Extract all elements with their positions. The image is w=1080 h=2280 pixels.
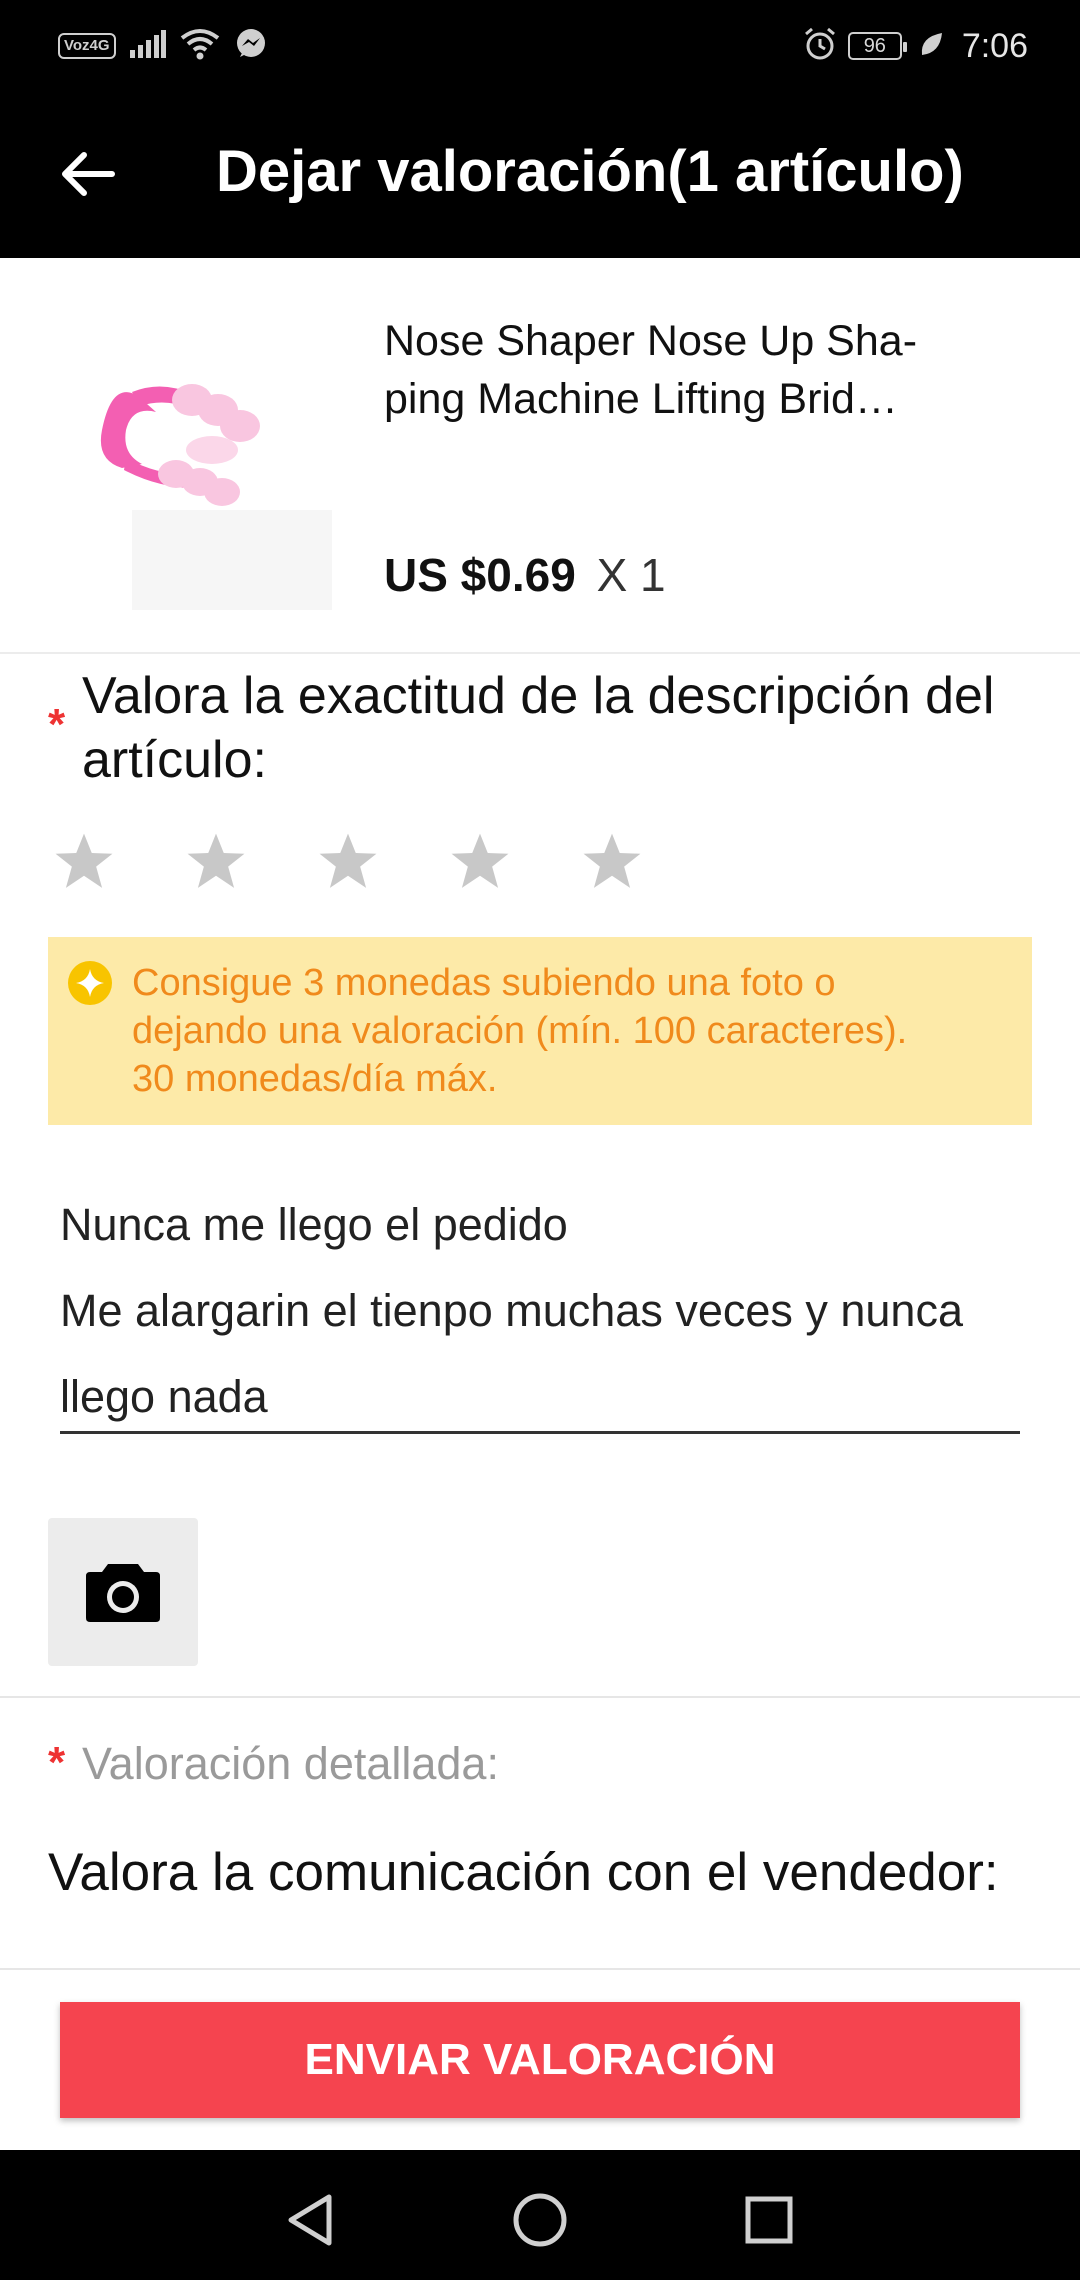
seller-communication-question: Valora la comunicación con el vendedor: (48, 1843, 999, 1902)
clock-time: 7:06 (961, 26, 1028, 65)
product-image[interactable] (92, 350, 352, 610)
star-icon-1[interactable] (44, 822, 124, 902)
status-bar: Voz4G 96 7:06 (0, 0, 1080, 90)
triangle-back-icon (288, 2194, 332, 2246)
battery-icon: 96 (847, 32, 907, 60)
signal-icon (129, 29, 166, 63)
star-icon-3[interactable] (308, 822, 388, 902)
product-card[interactable]: Nose Shaper Nose Up Sha- ping Machine Li… (0, 258, 1080, 654)
product-name-line-2: ping Machine Lifting Brid… (384, 375, 898, 423)
page-title: Dejar valoración(1 artículo) (216, 139, 964, 204)
star-icon-5[interactable] (572, 822, 652, 902)
nav-home-button[interactable] (500, 2180, 580, 2260)
coins-notice-line-2: dejando una valoración (mín. 100 caracte… (132, 1010, 908, 1052)
nav-recents-button[interactable] (729, 2180, 809, 2260)
submit-area: ENVIAR VALORACIÓN (0, 1972, 1080, 2150)
required-asterisk-detailed: * (48, 1738, 66, 1787)
required-asterisk: * (48, 700, 66, 749)
accuracy-question: Valora la exactitud de la descripción de… (82, 667, 995, 789)
add-photo-button[interactable] (48, 1518, 198, 1666)
coin-icon (66, 959, 114, 1007)
wifi-icon (180, 28, 220, 65)
coins-notice-line-1: Consigue 3 monedas subiendo una foto o (132, 962, 836, 1004)
status-right: 96 7:06 (802, 24, 1028, 68)
star-rating[interactable] (44, 822, 652, 902)
review-line-3: llego nada (60, 1371, 268, 1422)
section-divider (0, 1696, 1080, 1698)
square-recents-icon (745, 2196, 793, 2244)
product-price-row: US $0.69 X 1 (384, 548, 666, 602)
detailed-rating-label: Valoración detallada: (82, 1738, 499, 1789)
review-textarea[interactable]: Nunca me llego el pedido Me alargarin el… (60, 1182, 1020, 1434)
product-price: US $0.69 (384, 549, 576, 601)
submit-divider (0, 1968, 1080, 1970)
nav-back-button[interactable] (270, 2180, 350, 2260)
alarm-icon (802, 26, 838, 67)
review-line-1: Nunca me llego el pedido (60, 1199, 568, 1250)
product-name[interactable]: Nose Shaper Nose Up Sha- ping Machine Li… (384, 312, 1014, 428)
circle-home-icon (513, 2193, 567, 2247)
submit-review-button[interactable]: ENVIAR VALORACIÓN (60, 2002, 1020, 2118)
coins-notice: Consigue 3 monedas subiendo una foto o d… (48, 937, 1032, 1125)
star-icon-2[interactable] (176, 822, 256, 902)
messenger-icon (234, 27, 268, 66)
star-icon-4[interactable] (440, 822, 520, 902)
arrow-left-icon (62, 152, 115, 196)
status-left: Voz4G (58, 26, 268, 66)
leaf-icon (918, 31, 944, 62)
system-nav-bar (0, 2150, 1080, 2280)
product-quantity: X 1 (596, 549, 666, 601)
app-header: Dejar valoración(1 artículo) (0, 90, 1080, 258)
coins-notice-text: Consigue 3 monedas subiendo una foto o d… (132, 959, 1012, 1103)
camera-icon (86, 1564, 160, 1622)
back-button[interactable] (48, 134, 128, 214)
coins-notice-line-3: 30 monedas/día máx. (132, 1058, 498, 1100)
network-badge: Voz4G (58, 33, 116, 59)
review-line-2: Me alargarin el tienpo muchas veces y nu… (60, 1285, 963, 1336)
product-name-line-1: Nose Shaper Nose Up Sha- (384, 317, 918, 365)
